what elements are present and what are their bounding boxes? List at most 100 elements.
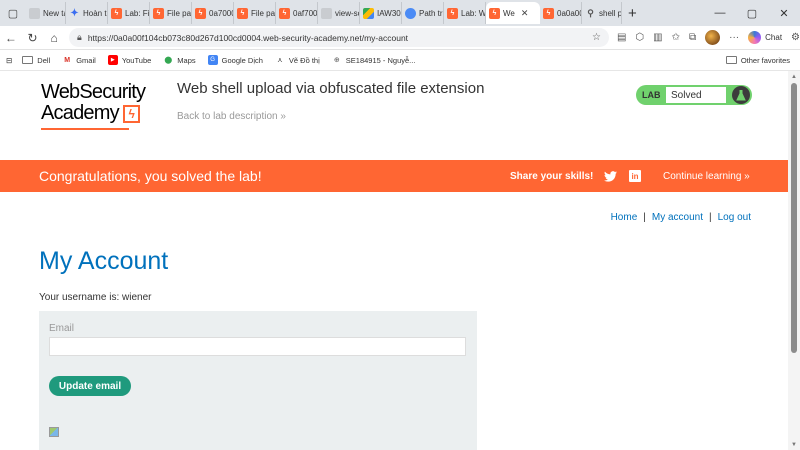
scrollbar-thumb[interactable]	[791, 83, 797, 353]
websecurity-academy-logo[interactable]: WebSecurity Academy ϟ	[41, 82, 166, 132]
maps-icon: ⬤	[164, 57, 173, 64]
chevron-right-icon: »	[744, 170, 750, 182]
browser-tab[interactable]: view-so	[318, 2, 360, 24]
close-window-icon[interactable]: ✕	[768, 7, 800, 20]
favorite-star-icon[interactable]: ☆	[592, 32, 601, 43]
bookmark-maps[interactable]: ⬤ Maps	[163, 55, 195, 65]
bookmark-se184915[interactable]: ⊕ SE184915 - Nguyễ...	[332, 55, 416, 65]
page-content: WebSecurity Academy ϟ Web shell upload v…	[0, 71, 788, 450]
new-tab-plus-icon[interactable]: +	[628, 5, 637, 22]
tab-title: Lab: We	[461, 8, 486, 18]
browser-tab[interactable]: ⚲ shell p	[582, 2, 622, 24]
google-drive-icon	[363, 7, 374, 19]
bookmark-label: Gmail	[76, 55, 96, 65]
scroll-up-arrow-icon[interactable]: ▲	[791, 74, 797, 80]
browser-tab[interactable]: Path tra	[402, 2, 444, 24]
logout-link[interactable]: Log out	[718, 212, 751, 223]
reader-view-icon[interactable]: ▤	[617, 32, 626, 43]
linkedin-icon[interactable]: in	[629, 170, 641, 182]
profile-avatar[interactable]	[705, 30, 721, 45]
bookmark-gmail[interactable]: M Gmail	[62, 55, 96, 65]
tab-title: File pat	[251, 8, 276, 18]
bookmark-youtube[interactable]: ▶ YouTube	[107, 55, 151, 65]
back-to-lab-description-link[interactable]: Back to lab description »	[177, 111, 286, 122]
my-account-link[interactable]: My account	[652, 212, 703, 223]
other-favorites-label: Other favorites	[740, 55, 790, 65]
bookmark-google-translate[interactable]: G Google Dịch	[207, 55, 263, 65]
browser-tab[interactable]: ϟ File pat	[150, 2, 192, 24]
bookmark-label: Dell	[37, 55, 51, 65]
email-field[interactable]	[49, 337, 466, 356]
translate-icon: G	[207, 55, 218, 65]
lab-status-widget: LAB Solved	[636, 85, 752, 105]
browser-tab[interactable]: ϟ We ✕	[486, 2, 540, 24]
refresh-icon[interactable]: ↻	[22, 31, 44, 45]
home-icon[interactable]: ⌂	[43, 31, 65, 45]
browser-tab[interactable]: New ta	[26, 2, 66, 24]
folder-icon	[22, 56, 34, 64]
logo-line2-text: Academy	[41, 102, 120, 124]
folder-icon	[725, 56, 737, 64]
back-arrow-icon[interactable]: ←	[0, 31, 22, 45]
bookmark-label: Maps	[177, 55, 196, 65]
url-text: https://0a0a00f104cb073c80d267d100cd0004…	[87, 32, 409, 43]
page-title: My Account	[39, 247, 169, 275]
lab-title: Web shell upload via obfuscated file ext…	[177, 80, 485, 97]
favorites-icon[interactable]: ✩	[672, 32, 680, 43]
browser-tab[interactable]: ϟ 0a7000	[192, 2, 234, 24]
bookmark-dell[interactable]: Dell	[22, 56, 50, 65]
close-tab-icon[interactable]: ✕	[521, 8, 529, 19]
congratulations-message: Congratulations, you solved the lab!	[39, 168, 262, 184]
page-scrollbar[interactable]: ▲ ▼	[788, 71, 800, 450]
maximize-icon[interactable]: ▢	[736, 7, 768, 20]
username-text: Your username is: wiener	[39, 292, 152, 303]
extensions-icon[interactable]: ⬡	[635, 32, 644, 43]
collections-icon[interactable]: ⧉	[689, 32, 696, 43]
minimize-icon[interactable]: —	[704, 7, 736, 20]
tab-title: New ta	[43, 8, 66, 18]
tab-title: Lab: Fil	[125, 8, 150, 18]
browser-tab[interactable]: ϟ Lab: Fil	[108, 2, 150, 24]
bookmarks-menu-icon[interactable]: ⊟	[6, 56, 12, 65]
logo-line2: Academy ϟ	[41, 103, 166, 124]
browser-tab[interactable]: IAW30	[360, 2, 402, 24]
scroll-down-arrow-icon[interactable]: ▼	[791, 442, 797, 448]
bookmark-label: Vẽ Đồ thị	[288, 55, 320, 65]
copilot-chat-button[interactable]: Chat	[748, 31, 782, 44]
tab-title: 0a7000	[209, 8, 234, 18]
portswigger-icon: ϟ	[447, 7, 458, 19]
sidebar-toggle-icon[interactable]: ⚙	[791, 32, 800, 43]
browser-tab[interactable]: ✦ Hoàn tl	[66, 2, 108, 24]
tab-title: Path tra	[419, 8, 443, 18]
split-screen-icon[interactable]: ▥	[653, 32, 662, 43]
browser-tab[interactable]: ϟ File pat	[234, 2, 276, 24]
home-link[interactable]: Home	[611, 212, 638, 223]
browser-tab[interactable]: ϟ 0a0a00	[540, 2, 582, 24]
other-favorites[interactable]: Other favorites	[725, 55, 790, 65]
flask-icon	[732, 86, 750, 104]
twitter-icon[interactable]	[604, 169, 617, 187]
tab-title: shell p	[599, 8, 622, 18]
bookmark-graph[interactable]: ⋏ Vẽ Đồ thị	[275, 55, 320, 65]
lock-icon[interactable]: 🔒︎	[77, 32, 82, 43]
browser-tab[interactable]: ϟLab: We	[444, 2, 486, 24]
more-menu-icon[interactable]: ···	[729, 32, 739, 43]
portswigger-icon: ϟ	[489, 7, 500, 19]
workspaces-icon[interactable]: ▢	[0, 0, 26, 26]
portswigger-icon: ϟ	[195, 7, 206, 19]
portswigger-icon: ϟ	[543, 7, 554, 19]
continue-learning-text: Continue learning	[663, 170, 742, 182]
browser-tab[interactable]: ϟ 0af700	[276, 2, 318, 24]
solved-banner: Congratulations, you solved the lab! Sha…	[0, 160, 788, 192]
bookmarks-bar: ⊟ Dell M Gmail ▶ YouTube ⬤ Maps G Google…	[0, 50, 800, 71]
tab-title: 0af700	[293, 8, 318, 18]
portswigger-icon: ϟ	[237, 7, 248, 19]
search-icon: ⚲	[587, 7, 594, 18]
url-field[interactable]: 🔒︎ https://0a0a00f104cb073c80d267d100cd0…	[69, 28, 609, 47]
blank-page-icon	[29, 7, 40, 19]
update-email-button[interactable]: Update email	[49, 376, 131, 396]
blank-page-icon	[321, 7, 332, 19]
tab-strip: New ta ✦ Hoàn tl ϟ Lab: Fil ϟ File pat ϟ 0a7000 ϟ…	[26, 0, 622, 26]
continue-learning-link[interactable]: Continue learning »	[663, 171, 750, 182]
gemini-star-icon: ✦	[70, 7, 79, 19]
